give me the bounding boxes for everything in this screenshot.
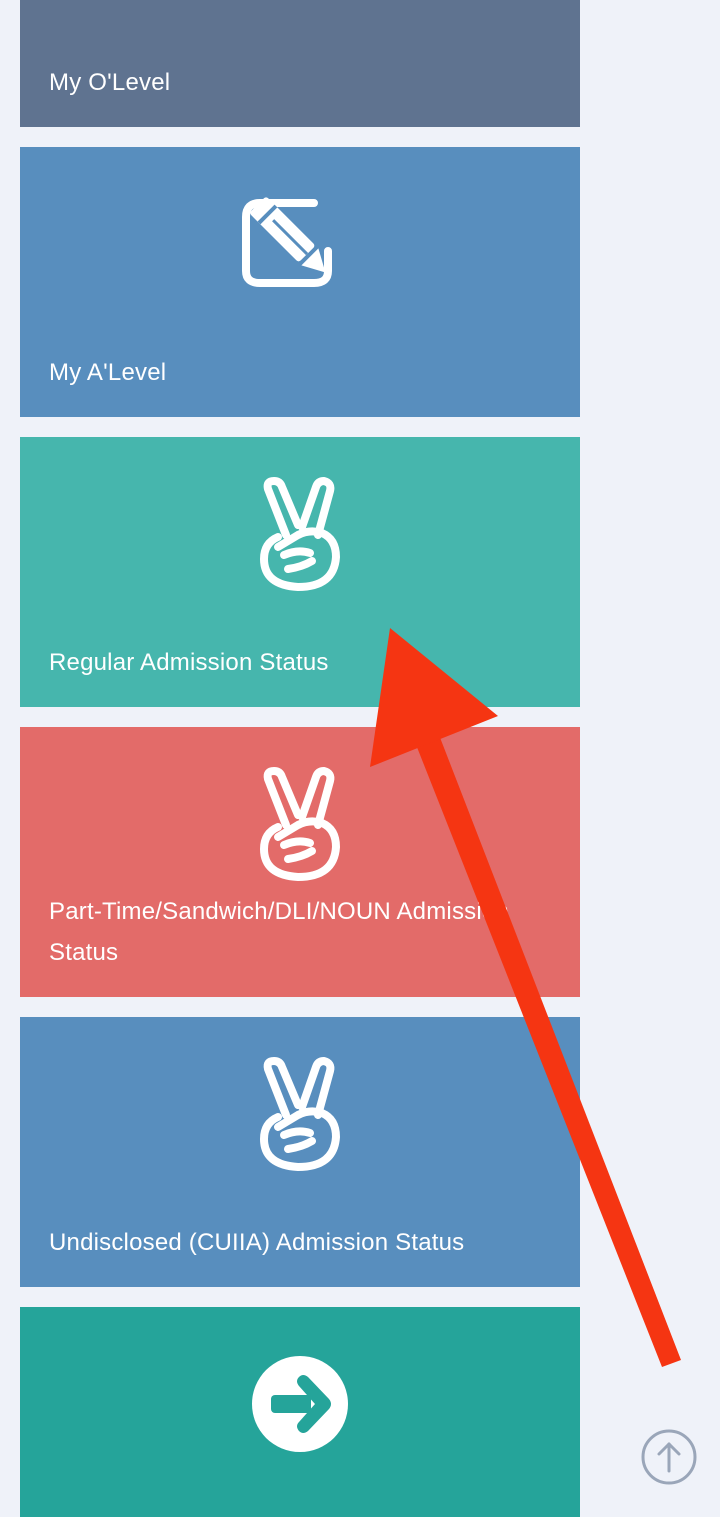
tile-label: Part-Time/Sandwich/DLI/NOUN Admission St… <box>49 898 509 966</box>
tile-label: My A'Level <box>49 359 167 386</box>
arrow-right-circle-icon <box>252 1356 348 1452</box>
tile-my-alevel[interactable]: My A'Level <box>20 147 580 417</box>
tile-undisclosed-admission-status[interactable]: Undisclosed (CUIIA) Admission Status <box>20 1017 580 1287</box>
victory-hand-icon <box>260 767 340 881</box>
tile-regular-admission-status[interactable]: Regular Admission Status <box>20 437 580 707</box>
arrow-up-circle-icon <box>641 1429 697 1485</box>
tile-label: My O'Level <box>49 69 171 96</box>
victory-hand-icon <box>260 477 340 591</box>
victory-hand-icon <box>260 1057 340 1171</box>
tile-label: Undisclosed (CUIIA) Admission Status <box>49 1229 465 1256</box>
scroll-to-top-button[interactable] <box>641 1429 697 1485</box>
tile-my-olevel[interactable]: My O'Level <box>20 0 580 127</box>
edit-icon <box>242 197 332 287</box>
tile-parttime-admission-status[interactable]: Part-Time/Sandwich/DLI/NOUN Admission St… <box>20 727 580 997</box>
tile-next[interactable] <box>20 1307 580 1517</box>
tile-label: Regular Admission Status <box>49 649 329 676</box>
